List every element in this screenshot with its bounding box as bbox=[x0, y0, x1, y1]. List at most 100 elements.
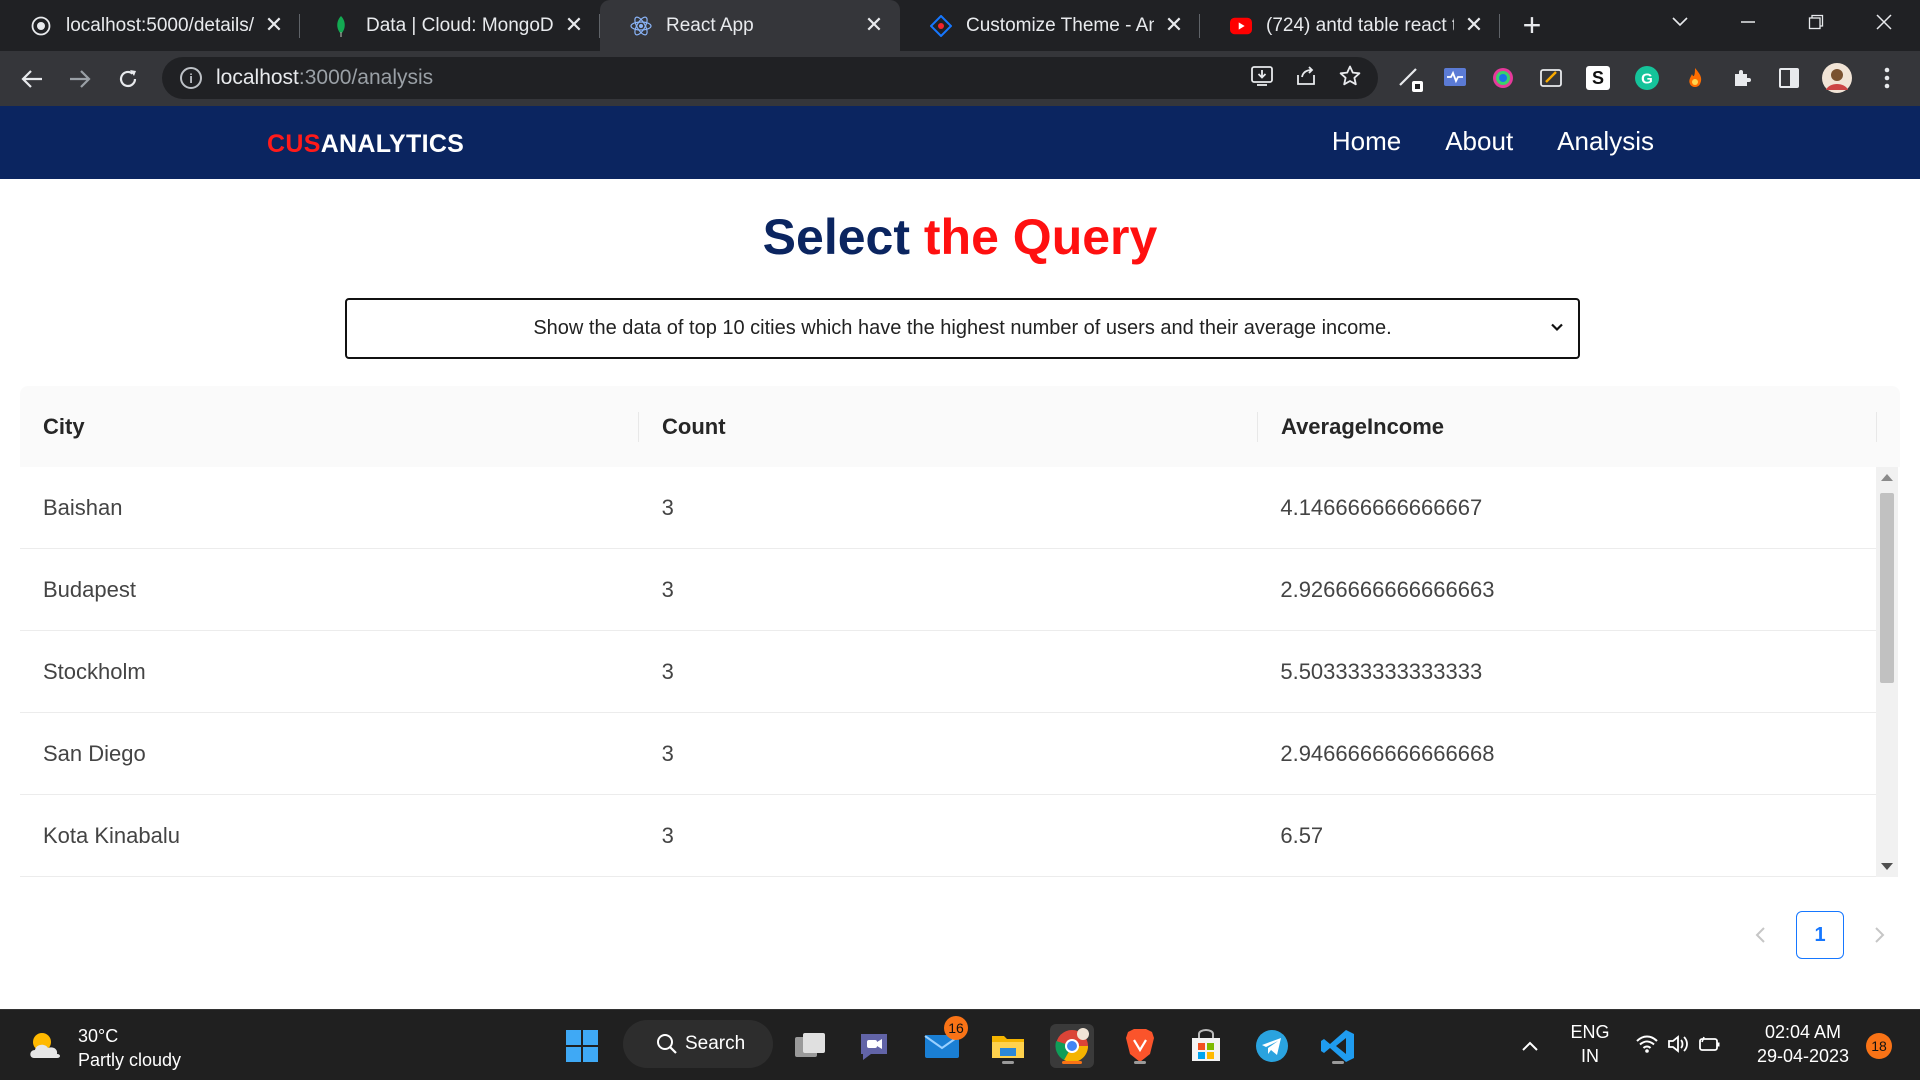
mail-icon[interactable]: 16 bbox=[920, 1016, 968, 1068]
heart-monitor-extension-icon[interactable] bbox=[1438, 61, 1472, 95]
telegram-icon[interactable] bbox=[1250, 1024, 1294, 1068]
cell-count: 3 bbox=[661, 740, 674, 766]
weather-widget[interactable]: 30°C Partly cloudy bbox=[26, 1024, 181, 1072]
pagination-next-icon[interactable] bbox=[1860, 911, 1900, 959]
scroll-up-arrow-icon[interactable] bbox=[1881, 474, 1893, 481]
chrome-icon[interactable] bbox=[1050, 1024, 1094, 1068]
input-language[interactable]: ENG IN bbox=[1566, 1020, 1614, 1068]
cell-average-income: 6.57 bbox=[1280, 822, 1324, 848]
taskbar-search[interactable]: Search bbox=[623, 1020, 773, 1068]
brand-logo[interactable]: CUSANALYTICS bbox=[267, 130, 464, 159]
volume-icon bbox=[1667, 1034, 1689, 1059]
notes-extension-icon[interactable] bbox=[1534, 61, 1568, 95]
profile-avatar-icon[interactable] bbox=[1820, 61, 1854, 95]
running-indicator bbox=[1332, 1061, 1344, 1064]
table-scrollbar[interactable] bbox=[1876, 467, 1898, 877]
back-arrow-icon[interactable] bbox=[12, 59, 52, 99]
brand-red-text: CUS bbox=[267, 130, 321, 158]
close-tab-icon[interactable]: ✕ bbox=[1462, 13, 1486, 38]
grammarly-icon[interactable]: G bbox=[1630, 61, 1664, 95]
nav-links: Home About Analysis bbox=[1332, 126, 1654, 157]
nav-link-about[interactable]: About bbox=[1445, 126, 1513, 157]
browser-tab[interactable]: Customize Theme - Ant Design ✕ bbox=[900, 0, 1200, 51]
nav-link-home[interactable]: Home bbox=[1332, 126, 1401, 157]
column-header-label: City bbox=[43, 413, 85, 439]
clock[interactable]: 02:04 AM 29-04-2023 bbox=[1748, 1020, 1858, 1068]
clock-time: 02:04 AM bbox=[1764, 1022, 1842, 1042]
browser-tab[interactable]: localhost:5000/details/query ✕ bbox=[0, 0, 300, 51]
close-tab-icon[interactable]: ✕ bbox=[262, 13, 286, 38]
weather-condition: Partly cloudy bbox=[78, 1050, 182, 1070]
page-title-part2: the Query bbox=[923, 209, 1158, 265]
close-tab-icon[interactable]: ✕ bbox=[862, 13, 886, 38]
flame-extension-icon[interactable] bbox=[1678, 61, 1712, 95]
url-path: :3000/analysis bbox=[298, 66, 434, 89]
file-explorer-icon[interactable] bbox=[986, 1024, 1030, 1068]
table-row[interactable]: Baishan 3 4.146666666666667 bbox=[20, 467, 1876, 549]
windows-start-icon[interactable] bbox=[560, 1024, 604, 1068]
brave-browser-icon[interactable] bbox=[1118, 1024, 1162, 1068]
browser-tab-active[interactable]: React App ✕ bbox=[600, 0, 900, 51]
tab-search-chevron-icon[interactable] bbox=[1652, 0, 1708, 44]
new-tab-icon[interactable]: + bbox=[1510, 4, 1554, 48]
cell-city: Stockholm bbox=[43, 658, 146, 684]
table-row[interactable]: Budapest 3 2.9266666666666663 bbox=[20, 549, 1876, 631]
pen-extension-icon[interactable] bbox=[1394, 61, 1428, 95]
query-select-value: Show the data of top 10 cities which hav… bbox=[533, 317, 1392, 339]
globe-icon bbox=[30, 15, 52, 37]
colorful-extension-icon[interactable] bbox=[1486, 61, 1520, 95]
scrollbar-thumb[interactable] bbox=[1880, 493, 1894, 683]
show-hidden-icons-icon[interactable] bbox=[1510, 1024, 1550, 1068]
side-panel-icon[interactable] bbox=[1772, 61, 1806, 95]
search-icon bbox=[656, 1033, 678, 1061]
taskbar-search-label: Search bbox=[685, 1033, 746, 1054]
nav-link-analysis[interactable]: Analysis bbox=[1557, 126, 1654, 157]
table-row[interactable]: Stockholm 3 5.503333333333333 bbox=[20, 631, 1876, 713]
wifi-icon bbox=[1635, 1034, 1659, 1059]
site-info-icon[interactable]: i bbox=[180, 67, 202, 89]
s-extension-icon[interactable]: S bbox=[1581, 61, 1615, 95]
close-tab-icon[interactable]: ✕ bbox=[562, 13, 586, 38]
forward-arrow-icon[interactable] bbox=[60, 59, 100, 99]
restore-icon[interactable] bbox=[1788, 0, 1844, 44]
query-select[interactable]: Show the data of top 10 cities which hav… bbox=[345, 298, 1580, 359]
address-bar[interactable]: i localhost :3000/analysis bbox=[162, 57, 1378, 99]
close-tab-icon[interactable]: ✕ bbox=[1162, 13, 1186, 38]
browser-tab[interactable]: Data | Cloud: MongoDB Cloud ✕ bbox=[300, 0, 600, 51]
reload-icon[interactable] bbox=[108, 59, 148, 99]
pagination-prev-icon[interactable] bbox=[1740, 911, 1780, 959]
share-icon[interactable] bbox=[1294, 64, 1318, 93]
close-window-icon[interactable] bbox=[1856, 0, 1912, 44]
battery-icon bbox=[1697, 1035, 1721, 1058]
task-view-icon[interactable] bbox=[788, 1024, 832, 1068]
pagination-page-current[interactable]: 1 bbox=[1796, 911, 1844, 959]
chevron-down-icon bbox=[1548, 318, 1566, 336]
system-tray-quick-settings[interactable] bbox=[1628, 1024, 1728, 1068]
column-header-city: City bbox=[20, 386, 639, 467]
notification-badge[interactable]: 18 bbox=[1866, 1033, 1892, 1059]
cell-count: 3 bbox=[661, 822, 674, 848]
vscode-icon[interactable] bbox=[1316, 1024, 1360, 1068]
mongodb-leaf-icon bbox=[330, 15, 352, 37]
extensions-puzzle-icon[interactable] bbox=[1726, 61, 1760, 95]
minimize-icon[interactable] bbox=[1720, 0, 1776, 44]
url-host: localhost bbox=[216, 66, 299, 89]
page-title-part1: Select bbox=[762, 209, 910, 265]
column-header-averageincome: AverageIncome bbox=[1258, 386, 1877, 467]
install-app-icon[interactable] bbox=[1250, 64, 1274, 93]
react-icon bbox=[630, 15, 652, 37]
cell-average-income: 2.9466666666666668 bbox=[1280, 740, 1495, 766]
results-table: City Count AverageIncome Baishan 3 4.146… bbox=[20, 386, 1900, 877]
table-body[interactable]: Baishan 3 4.146666666666667 Budapest 3 2… bbox=[20, 467, 1876, 877]
language-code: ENG bbox=[1570, 1022, 1610, 1042]
scroll-down-arrow-icon[interactable] bbox=[1881, 863, 1893, 870]
teams-chat-icon[interactable] bbox=[852, 1024, 896, 1068]
browser-menu-icon[interactable] bbox=[1870, 61, 1904, 95]
bookmark-star-icon[interactable] bbox=[1338, 64, 1362, 93]
browser-tab[interactable]: (724) antd table react tutorial ✕ bbox=[1200, 0, 1500, 51]
microsoft-store-icon[interactable] bbox=[1184, 1024, 1228, 1068]
browser-toolbar: i localhost :3000/analysis S G bbox=[0, 51, 1920, 106]
cell-count: 3 bbox=[661, 658, 674, 684]
table-row[interactable]: San Diego 3 2.9466666666666668 bbox=[20, 713, 1876, 795]
table-row[interactable]: Kota Kinabalu 3 6.57 bbox=[20, 795, 1876, 877]
